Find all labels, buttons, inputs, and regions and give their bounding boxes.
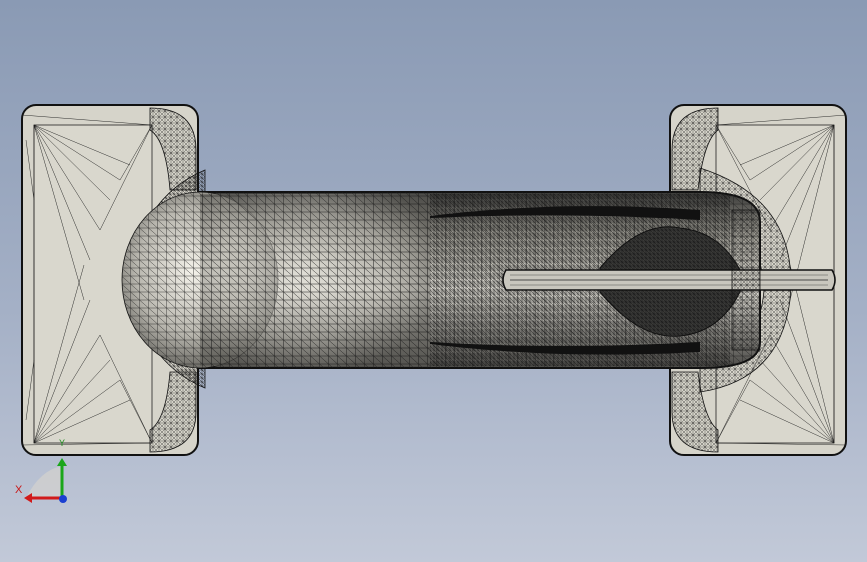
triad-graphic xyxy=(24,458,67,503)
y-axis-label: Y xyxy=(59,438,66,448)
graphics-viewport[interactable] xyxy=(0,0,867,562)
x-axis-label: X xyxy=(15,484,23,496)
z-axis-dot xyxy=(59,495,67,503)
mesh-part[interactable] xyxy=(21,104,847,456)
orientation-triad[interactable]: X Y xyxy=(14,438,74,510)
